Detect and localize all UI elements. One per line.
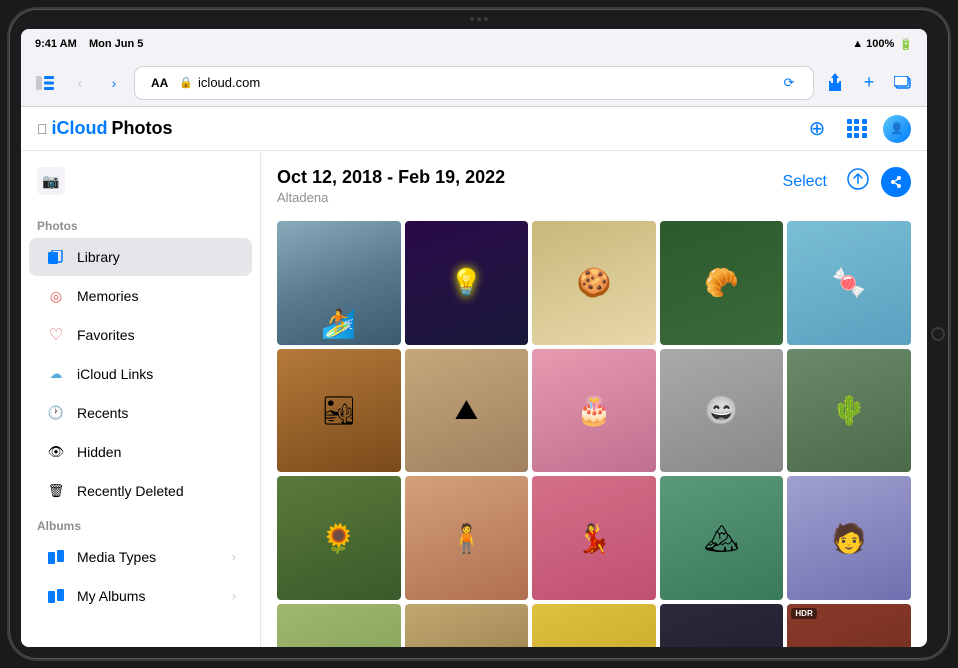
media-types-chevron: › [232, 550, 236, 564]
app-header:  iCloud Photos ⊕ 👤 [21, 107, 927, 151]
hdr-badge: HDR [791, 608, 816, 619]
photo-cell[interactable]: 👘 HDR [787, 604, 911, 647]
forward-button[interactable]: › [101, 70, 127, 96]
hidden-label: Hidden [77, 444, 121, 460]
back-button[interactable]: ‹ [67, 70, 93, 96]
my-albums-chevron: › [232, 589, 236, 603]
wifi-icon: ▲ 100% [852, 38, 894, 50]
sidebar-item-icloud-links[interactable]: ☁ iCloud Links [29, 355, 252, 393]
url-bar[interactable]: AA 🔒 icloud.com ⟳ [135, 67, 813, 99]
my-albums-icon [45, 585, 67, 607]
share-album-button[interactable] [881, 167, 911, 197]
sidebar-item-recents[interactable]: 🕐 Recents [29, 394, 252, 432]
photo-cell[interactable]: 🏄 [277, 221, 401, 345]
media-types-label: Media Types [77, 549, 156, 565]
recently-deleted-label: Recently Deleted [77, 483, 184, 499]
memories-label: Memories [77, 288, 138, 304]
photo-cell[interactable]: 🌻 [277, 476, 401, 600]
photo-cell[interactable]: 🫐 [660, 604, 784, 647]
recently-deleted-icon: 🗑 [45, 480, 67, 502]
sidebar-item-recently-deleted[interactable]: 🗑 Recently Deleted [29, 472, 252, 510]
sidebar-item-memories[interactable]: ◎ Memories [29, 277, 252, 315]
sidebar-item-my-albums[interactable]: My Albums › [29, 577, 252, 615]
sidebar-logo-icon: 📷 [37, 167, 65, 195]
my-albums-label: My Albums [77, 588, 145, 604]
icloud-links-icon: ☁ [45, 363, 67, 385]
hidden-icon: 👁 [45, 441, 67, 463]
sidebar-item-hidden[interactable]: 👁 Hidden [29, 433, 252, 471]
sidebar-item-media-types[interactable]: Media Types › [29, 538, 252, 576]
status-bar: 9:41 AM Mon Jun 5 ▲ 100% 🔋 [21, 29, 927, 59]
apple-icon:  [37, 121, 48, 137]
library-icon [45, 246, 67, 268]
favorites-label: Favorites [77, 327, 135, 343]
recents-icon: 🕐 [45, 402, 67, 424]
content-header: Oct 12, 2018 - Feb 19, 2022 Altadena Sel… [261, 151, 927, 213]
library-label: Library [77, 249, 120, 265]
url-domain: icloud.com [198, 75, 260, 90]
share-browser-button[interactable] [821, 69, 849, 97]
content-area: Oct 12, 2018 - Feb 19, 2022 Altadena Sel… [261, 151, 927, 647]
photo-cell[interactable]: 🍶 [532, 604, 656, 647]
photo-cell[interactable]: 🍪 [532, 221, 656, 345]
photo-cell[interactable]: 💃 [532, 476, 656, 600]
photo-cell[interactable]: 💡 [405, 221, 529, 345]
albums-section-label: Albums [21, 511, 260, 537]
photo-cell[interactable]: 🏜 [277, 349, 401, 473]
photo-cell[interactable]: 🧑 [787, 476, 911, 600]
date-range: Oct 12, 2018 - Feb 19, 2022 [277, 167, 505, 188]
battery-icon: 🔋 [899, 38, 913, 51]
add-bookmark-button[interactable]: + [855, 69, 883, 97]
sidebar: 📷 Photos Library ◎ [21, 151, 261, 647]
photo-cell[interactable]: 😄 [660, 349, 784, 473]
add-button[interactable]: ⊕ [803, 115, 831, 143]
app-logo:  iCloud Photos [37, 118, 173, 139]
sidebar-logo: 📷 [21, 167, 260, 211]
photo-cell[interactable]: 🌿 [277, 604, 401, 647]
photo-cell[interactable]: 🌵 [787, 349, 911, 473]
photo-cell[interactable]: 🥐 [660, 221, 784, 345]
status-date: Mon Jun 5 [89, 38, 143, 50]
photo-grid: 🏄 💡 🍪 🥐 🍬 [261, 213, 927, 647]
status-time: 9:41 AM [35, 38, 77, 50]
icloud-label: iCloud [52, 118, 108, 139]
favorites-icon: ♡ [45, 324, 67, 346]
tabs-button[interactable] [889, 69, 917, 97]
sidebar-toggle-button[interactable] [31, 69, 59, 97]
grid-view-button[interactable] [843, 115, 871, 143]
location-label: Altadena [277, 190, 505, 205]
select-button[interactable]: Select [775, 169, 835, 195]
photo-cell[interactable]: 🎂 [532, 349, 656, 473]
photos-section-label: Photos [21, 211, 260, 237]
lock-icon: 🔒 [179, 76, 193, 89]
photo-cell[interactable]: 🧍 [405, 476, 529, 600]
photo-cell[interactable]: ⛰ [405, 349, 529, 473]
photo-cell[interactable]: 🏔 [660, 476, 784, 600]
photo-cell[interactable]: 🍬 [787, 221, 911, 345]
reader-mode-button[interactable]: AA [145, 74, 174, 92]
icloud-links-label: iCloud Links [77, 366, 153, 382]
sidebar-item-favorites[interactable]: ♡ Favorites [29, 316, 252, 354]
browser-bar: ‹ › AA 🔒 icloud.com ⟳ + [21, 59, 927, 107]
upload-button[interactable] [847, 168, 869, 196]
reload-button[interactable]: ⟳ [775, 69, 803, 97]
photos-label: Photos [112, 118, 173, 139]
memories-icon: ◎ [45, 285, 67, 307]
photo-cell[interactable]: 👤 [405, 604, 529, 647]
recents-label: Recents [77, 405, 128, 421]
media-types-icon [45, 546, 67, 568]
sidebar-item-library[interactable]: Library [29, 238, 252, 276]
user-avatar[interactable]: 👤 [883, 115, 911, 143]
